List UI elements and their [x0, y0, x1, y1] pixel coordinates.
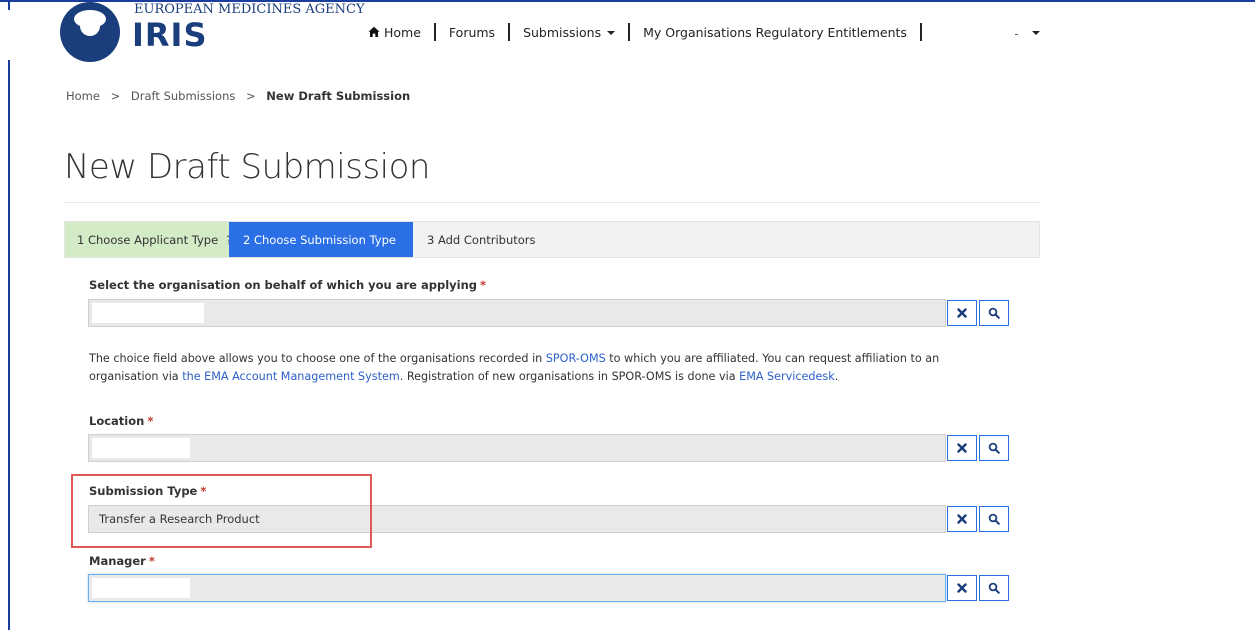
manager-label-text: Manager [89, 554, 146, 568]
chevron-down-icon [1032, 30, 1040, 35]
nav-submissions-label: Submissions [523, 24, 602, 40]
spor-oms-link[interactable]: SPOR-OMS [546, 352, 606, 365]
search-icon [988, 513, 1000, 525]
clear-location-button[interactable] [947, 435, 977, 461]
manager-label: Manager * [89, 554, 155, 568]
ema-account-management-link[interactable]: the EMA Account Management System [182, 370, 400, 383]
nav-entitlements-label: My Organisations Regulatory Entitlements [643, 24, 907, 40]
search-icon [988, 582, 1000, 594]
annotation-highlight-box [71, 474, 372, 548]
times-icon [957, 583, 967, 593]
redacted-value [92, 303, 204, 323]
organisation-input[interactable] [88, 299, 946, 327]
search-organisation-button[interactable] [979, 300, 1009, 326]
chevron-down-icon [607, 31, 616, 35]
organisation-help-text: The choice field above allows you to cho… [89, 350, 989, 386]
breadcrumb-home[interactable]: Home [66, 89, 100, 103]
clear-manager-button[interactable] [947, 575, 977, 601]
required-marker: * [147, 414, 154, 428]
nav-divider [433, 23, 436, 41]
clear-submission-type-button[interactable] [947, 506, 977, 532]
search-location-button[interactable] [979, 435, 1009, 461]
user-name-redacted [1015, 34, 1018, 35]
breadcrumb-drafts[interactable]: Draft Submissions [131, 89, 235, 103]
search-icon [988, 307, 1000, 319]
times-icon [957, 514, 967, 524]
page-title: New Draft Submission [64, 147, 430, 187]
times-icon [957, 308, 967, 318]
step-3-label: 3 Add Contributors [427, 232, 536, 247]
help-text-part: . [834, 370, 839, 383]
organisation-label: Select the organisation on behalf of whi… [89, 278, 486, 292]
redacted-value [92, 578, 190, 598]
top-navigation: Home Forums Submissions My Organisations… [368, 21, 935, 43]
nav-home[interactable]: Home [368, 25, 421, 40]
location-label-text: Location [89, 414, 145, 428]
location-input[interactable] [88, 434, 946, 462]
nav-divider [508, 23, 511, 41]
nav-home-label: Home [384, 24, 421, 40]
nav-entitlements[interactable]: My Organisations Regulatory Entitlements [643, 25, 907, 40]
nav-divider [628, 23, 631, 41]
user-menu[interactable] [1015, 28, 1040, 35]
search-manager-button[interactable] [979, 575, 1009, 601]
required-marker: * [148, 554, 155, 568]
step-add-contributors[interactable]: 3 Add Contributors [413, 222, 548, 257]
nav-forums-label: Forums [448, 24, 496, 40]
ema-servicedesk-link[interactable]: EMA Servicedesk [739, 370, 835, 383]
organisation-label-text: Select the organisation on behalf of whi… [89, 278, 477, 292]
help-text-part: The choice field above allows you to cho… [89, 352, 546, 365]
window-frame-left [8, 60, 10, 630]
breadcrumb-current: New Draft Submission [266, 89, 411, 103]
ema-logo[interactable]: EUROPEAN MEDICINES AGENCY IRIS [60, 2, 365, 62]
search-icon [988, 442, 1000, 454]
search-submission-type-button[interactable] [979, 506, 1009, 532]
nav-forums[interactable]: Forums [449, 25, 495, 40]
manager-input[interactable] [88, 574, 946, 602]
redacted-value [92, 438, 190, 458]
breadcrumb: Home > Draft Submissions > New Draft Sub… [66, 89, 410, 103]
home-icon [368, 26, 380, 37]
title-divider [64, 202, 1040, 203]
step-2-label: 2 Choose Submission Type [243, 232, 396, 247]
location-label: Location * [89, 414, 153, 428]
step-1-label: 1 Choose Applicant Type [77, 232, 219, 247]
app-name: IRIS [132, 16, 208, 54]
clear-organisation-button[interactable] [947, 300, 977, 326]
nav-submissions[interactable]: Submissions [523, 24, 616, 40]
help-text-part: . Registration of new organisations in S… [399, 370, 740, 383]
wizard-steps: 1 Choose Applicant Type ? 2 Choose Submi… [64, 221, 1040, 258]
step-choose-submission-type[interactable]: 2 Choose Submission Type [229, 222, 413, 257]
nav-divider [919, 23, 922, 41]
required-marker: * [480, 278, 487, 292]
times-icon [957, 443, 967, 453]
breadcrumb-separator: > [246, 89, 256, 103]
breadcrumb-separator: > [110, 89, 121, 103]
agency-name: EUROPEAN MEDICINES AGENCY [134, 2, 365, 17]
window-frame-left-top [8, 0, 10, 10]
step-choose-applicant-type[interactable]: 1 Choose Applicant Type ? [65, 222, 232, 257]
ema-logo-icon [60, 2, 120, 62]
